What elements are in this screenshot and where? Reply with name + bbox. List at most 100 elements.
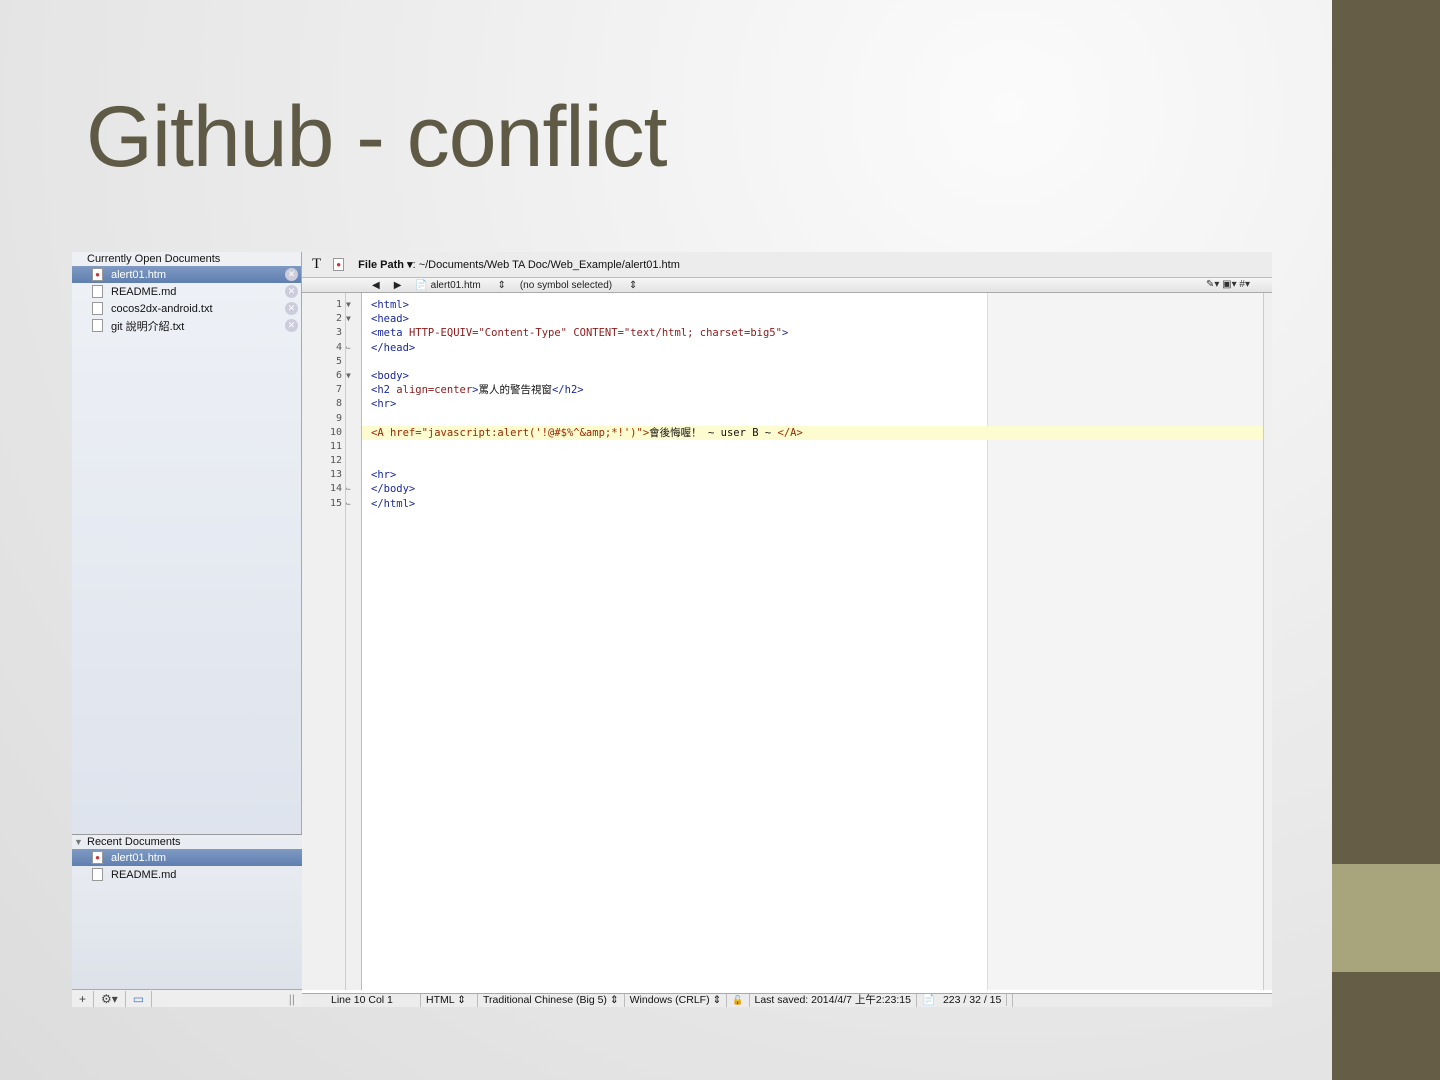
document-item[interactable]: README.md (72, 866, 302, 883)
code-line: 7 <h2 align=center>罵人的警告視窗</h2> (336, 383, 1272, 397)
language-select[interactable]: HTML ⇕ (421, 994, 478, 1007)
fold-marker-icon[interactable]: ⌙ (346, 341, 356, 355)
file-icon: ● (92, 851, 103, 864)
disclosure-triangle-icon[interactable]: ▼ (74, 835, 83, 849)
editor-main: T ● File Path ▾ : ~/Documents/Web TA Doc… (302, 252, 1272, 1007)
document-name: cocos2dx-android.txt (111, 302, 213, 315)
code-token: <h2 (371, 384, 397, 397)
close-icon[interactable]: ✕ (285, 319, 298, 332)
recent-documents-header: Recent Documents (87, 836, 181, 848)
fold-marker-icon[interactable]: ▼ (346, 369, 356, 383)
document-name: git 說明介紹.txt (111, 320, 185, 333)
document-item[interactable]: cocos2dx-android.txt ✕ (72, 300, 301, 317)
forward-button[interactable]: ▶ (394, 280, 402, 291)
add-button[interactable]: + (72, 990, 95, 1007)
text-options-icon[interactable]: T (312, 256, 321, 273)
code-editor[interactable]: 1 ▼ <html> 2 ▼ <head> 3 <meta HTTP-EQUIV="Conte… (330, 293, 1272, 990)
lock-icon[interactable]: 🔓 (727, 994, 750, 1007)
file-menu[interactable]: 📄 alert01.htm ⇕ (415, 280, 505, 291)
code-token: <A href="javascript:alert('!@#$%^&amp;*!… (371, 426, 650, 439)
line-number: 15 (329, 497, 342, 509)
fold-marker-icon[interactable]: ⌙ (346, 497, 356, 511)
editor-screenshot: Currently Open Documents ● alert01.htm ✕ RE… (72, 252, 1272, 1007)
resize-grip-icon[interactable]: || (282, 991, 302, 1007)
code-line: 14 ⌙ </body> (330, 482, 1272, 496)
line-number: 7 (335, 384, 342, 396)
markdown-file-icon (92, 285, 103, 298)
code-token: </body> (371, 483, 416, 496)
symbol-menu-label: (no symbol selected) (519, 279, 613, 291)
code-token: <html> (371, 299, 409, 311)
close-icon[interactable]: ✕ (285, 285, 298, 298)
code-token: "Content-Type" (478, 327, 574, 340)
fold-marker-icon[interactable]: ▼ (346, 298, 356, 312)
code-token: <meta (371, 327, 409, 340)
fold-marker-icon[interactable]: ⌙ (346, 482, 356, 496)
documents-sidebar: Currently Open Documents ● alert01.htm ✕ RE… (72, 252, 302, 1007)
cursor-position: Line 10 Col 1 (326, 994, 421, 1007)
document-item[interactable]: git 說明介紹.txt ✕ (72, 317, 301, 334)
status-bar: Line 10 Col 1 HTML ⇕ Traditional Chinese… (302, 993, 1272, 1007)
code-line: 3 <meta HTTP-EQUIV="Content-Type" CONTENT… (336, 326, 1272, 340)
document-item[interactable]: ● alert01.htm (72, 849, 302, 866)
document-name: README.md (111, 285, 177, 298)
code-line: 1 ▼ <html> (336, 298, 1272, 312)
gear-icon[interactable]: ⚙▾ (94, 990, 126, 1007)
vertical-scrollbar[interactable] (1263, 293, 1272, 990)
file-path: : ~/Documents/Web TA Doc/Web_Example/ale… (412, 258, 680, 271)
decorative-accent-block (1332, 864, 1440, 972)
navigation-bar: ◀ ▶ 📄 alert01.htm ⇕ (no symbol selected)… (302, 278, 1272, 293)
html-file-icon[interactable]: ● (333, 258, 345, 271)
symbol-menu[interactable]: (no symbol selected) ⇕ (520, 280, 637, 291)
fold-marker-icon[interactable]: ▼ (346, 312, 356, 326)
code-token: </head> (371, 341, 416, 354)
document-item[interactable]: README.md ✕ (72, 283, 301, 300)
nav-right-tools[interactable]: ✎▾ ▣▾ #▾ (1206, 279, 1250, 290)
code-token: <hr> (371, 469, 397, 482)
line-endings-select[interactable]: Windows (CRLF) ⇕ (625, 994, 728, 1007)
code-line: 12 (330, 454, 1272, 468)
line-number: 12 (329, 455, 342, 467)
editor-toolbar: T ● File Path ▾ : ~/Documents/Web TA Doc… (302, 252, 1272, 278)
document-name: README.md (111, 868, 177, 881)
document-name: alert01.htm (111, 268, 167, 281)
close-icon[interactable]: ✕ (285, 302, 298, 315)
code-token: align=center (396, 384, 473, 397)
code-token: 罵人的警告視窗 (478, 384, 552, 397)
back-button[interactable]: ◀ (372, 280, 380, 291)
sidebar-footer: + ⚙▾ ▭ || (72, 989, 302, 1007)
code-token: 會後悔喔！ ~ user B ~ (649, 426, 778, 439)
document-item[interactable]: ● alert01.htm ✕ (72, 266, 301, 283)
code-token: <head> (371, 313, 409, 326)
line-number: 4 (335, 341, 342, 353)
panel-toggle-icon[interactable]: ▭ (126, 990, 153, 1007)
code-token: <body> (371, 369, 409, 382)
file-path-menu[interactable]: File Path ▾ (358, 258, 412, 271)
last-saved: Last saved: 2014/4/7 上午2:23:15 (750, 994, 917, 1007)
line-number: 5 (335, 355, 342, 367)
counts-text: 223 / 32 / 15 (937, 994, 1008, 1006)
code-line: 11 (330, 440, 1272, 454)
html-file-icon: ● (92, 268, 103, 281)
line-number: 1 (335, 299, 342, 310)
line-number: 2 (335, 313, 342, 325)
encoding-select[interactable]: Traditional Chinese (Big 5) ⇕ (478, 994, 625, 1007)
code-line: 15 ⌙ </html> (330, 497, 1272, 511)
close-icon[interactable]: ✕ (285, 268, 298, 281)
line-number: 3 (335, 327, 342, 339)
recent-documents-section: ▼ Recent Documents ● alert01.htm README.md (72, 834, 302, 989)
line-number: 9 (335, 412, 342, 424)
code-line: 5 (336, 355, 1272, 369)
file-icon (92, 868, 103, 881)
code-token: CONTENT= (573, 327, 624, 340)
line-number: 8 (335, 398, 342, 410)
code-line: 4 ⌙ </head> (336, 341, 1272, 355)
line-number: 6 (335, 369, 342, 381)
open-documents-header: Currently Open Documents (72, 252, 301, 266)
code-line: 8 <hr> (336, 397, 1272, 411)
code-token: </html> (371, 497, 416, 510)
file-menu-label: alert01.htm (430, 279, 481, 291)
text-file-icon (92, 319, 103, 332)
document-name: alert01.htm (111, 851, 167, 864)
code-token: "text/html; charset=big5" (623, 327, 782, 340)
